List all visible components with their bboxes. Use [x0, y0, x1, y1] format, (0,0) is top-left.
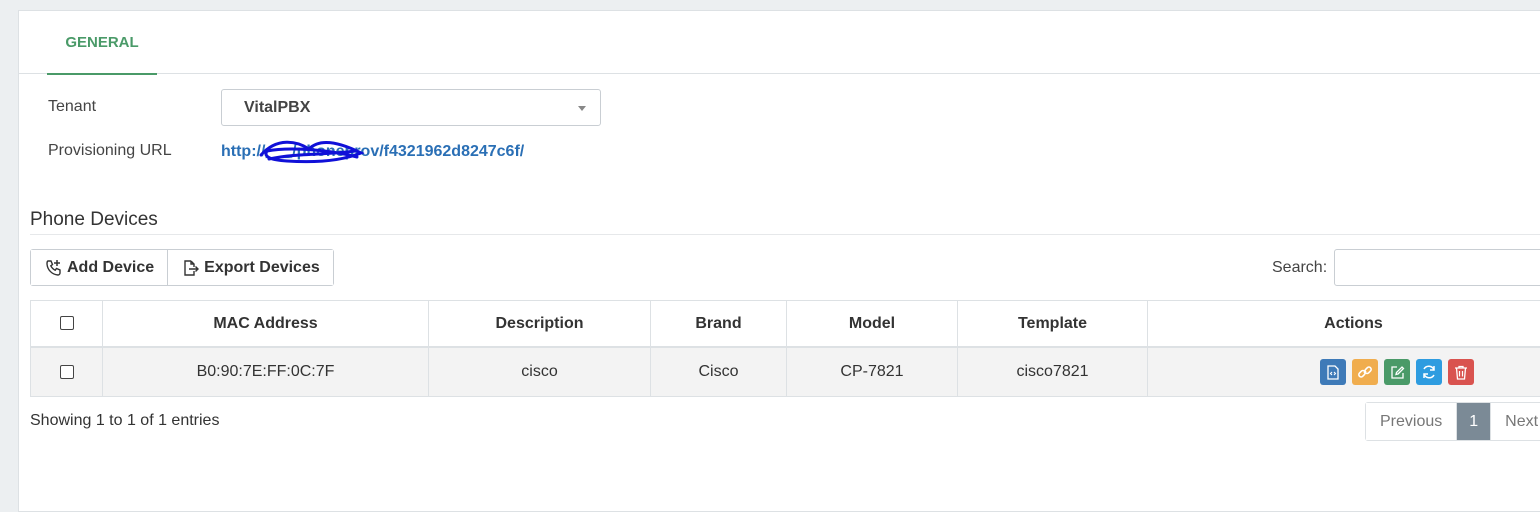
mac-cell: B0:90:7E:FF:0C:7F — [103, 347, 429, 397]
tenant-label: Tenant — [48, 98, 96, 116]
devices-table: MAC Address Description Brand Model Temp… — [30, 300, 1540, 397]
next-page-button[interactable]: Next — [1490, 403, 1540, 440]
export-devices-button[interactable]: Export Devices — [167, 250, 333, 285]
edit-icon — [1390, 365, 1405, 380]
pagination: Previous 1 Next — [1365, 402, 1540, 441]
chevron-down-icon — [578, 106, 586, 111]
file-export-icon — [182, 259, 200, 277]
link-button[interactable] — [1352, 359, 1378, 385]
file-code-icon — [1327, 365, 1339, 380]
section-divider — [30, 234, 1540, 235]
redaction-scribble — [257, 135, 365, 165]
row-select-cell — [31, 347, 103, 397]
refresh-button[interactable] — [1416, 359, 1442, 385]
select-all-cell — [31, 301, 103, 348]
table-row: B0:90:7E:FF:0C:7F cisco Cisco CP-7821 ci… — [31, 347, 1540, 397]
add-device-button[interactable]: Add Device — [31, 250, 167, 285]
description-cell: cisco — [429, 347, 651, 397]
link-icon — [1357, 364, 1373, 380]
column-header[interactable]: Template — [958, 301, 1148, 348]
export-devices-label: Export Devices — [204, 259, 320, 277]
search-label: Search: — [1272, 259, 1327, 277]
add-device-label: Add Device — [67, 259, 154, 277]
template-cell: cisco7821 — [958, 347, 1148, 397]
previous-page-button[interactable]: Previous — [1366, 403, 1456, 440]
tenant-select[interactable]: VitalPBX — [221, 89, 601, 126]
trash-icon — [1454, 365, 1468, 380]
actions-cell — [1148, 347, 1540, 397]
section-title: Phone Devices — [30, 209, 158, 231]
provisioning-url-label: Provisioning URL — [48, 142, 172, 160]
tab-bar: GENERAL — [19, 11, 1540, 74]
column-header: Actions — [1148, 301, 1540, 348]
edit-button[interactable] — [1384, 359, 1410, 385]
column-header[interactable]: MAC Address — [103, 301, 429, 348]
view-config-button[interactable] — [1320, 359, 1346, 385]
table-header-row: MAC Address Description Brand Model Temp… — [31, 301, 1540, 348]
tenant-select-value: VitalPBX — [244, 99, 310, 116]
column-header[interactable]: Description — [429, 301, 651, 348]
model-cell: CP-7821 — [787, 347, 958, 397]
main-panel: GENERAL Tenant VitalPBX Provisioning URL… — [18, 10, 1540, 512]
tab-general[interactable]: GENERAL — [47, 11, 157, 75]
column-header[interactable]: Model — [787, 301, 958, 348]
phone-plus-icon — [45, 259, 63, 277]
search-input[interactable] — [1334, 249, 1540, 286]
row-checkbox[interactable] — [60, 365, 74, 379]
column-header[interactable]: Brand — [651, 301, 787, 348]
select-all-checkbox[interactable] — [60, 316, 74, 330]
device-toolbar: Add Device Export Devices — [30, 249, 334, 286]
page-1-button[interactable]: 1 — [1456, 403, 1490, 440]
table-info: Showing 1 to 1 of 1 entries — [30, 412, 219, 430]
delete-button[interactable] — [1448, 359, 1474, 385]
refresh-icon — [1421, 364, 1437, 380]
brand-cell: Cisco — [651, 347, 787, 397]
